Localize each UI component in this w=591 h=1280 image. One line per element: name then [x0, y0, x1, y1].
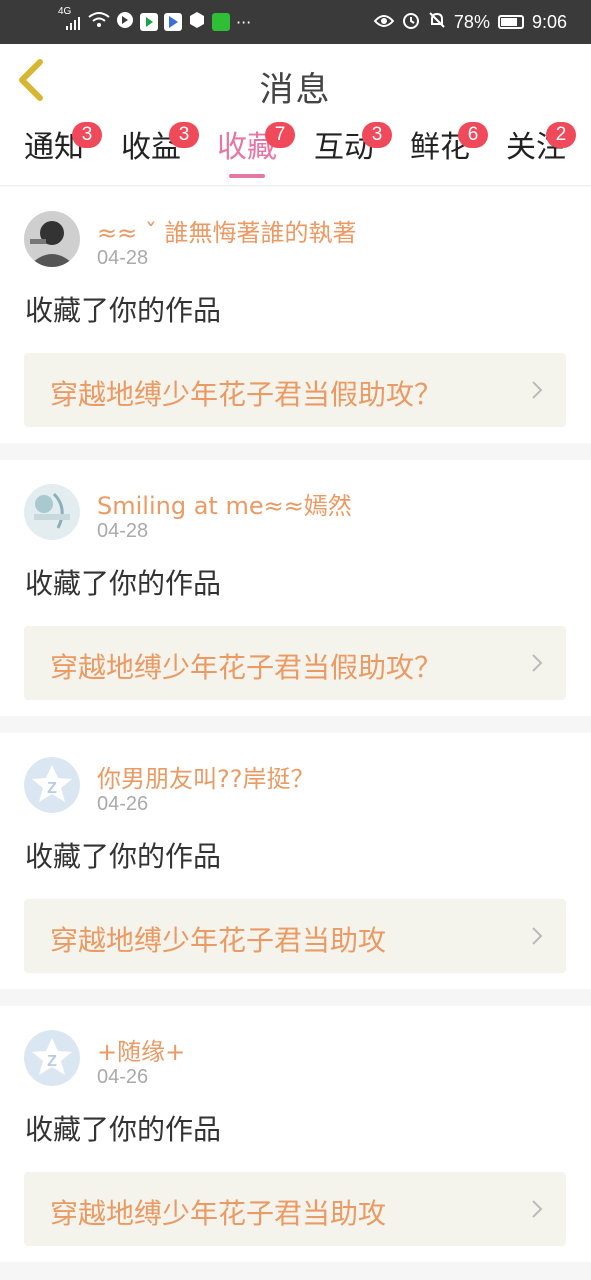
list-item: Z +随缘+ 04-26 收藏了你的作品 穿越地缚少年花子君当助攻 — [0, 1006, 591, 1262]
status-bar: 4G ··· 78% 9:06 — [0, 0, 591, 44]
mute-bell-icon — [428, 11, 446, 34]
tab-badge: 3 — [169, 122, 199, 148]
work-title: 穿越地缚少年花子君当假助攻？ — [50, 378, 443, 411]
tab-badge: 2 — [546, 122, 576, 148]
status-right: 78% 9:06 — [373, 10, 567, 34]
chevron-right-icon — [532, 1200, 543, 1218]
work-link[interactable]: 穿越地缚少年花子君当假助攻？ — [24, 353, 566, 427]
work-link[interactable]: 穿越地缚少年花子君当假助攻？ — [24, 626, 566, 700]
avatar[interactable] — [24, 484, 80, 540]
timestamp: 04-26 — [97, 1066, 149, 1088]
svg-text:Z: Z — [47, 780, 57, 797]
status-left: 4G ··· — [58, 6, 252, 35]
work-title: 穿越地缚少年花子君当助攻 — [50, 1197, 387, 1230]
work-link[interactable]: 穿越地缚少年花子君当助攻 — [24, 1172, 566, 1246]
svg-text:Z: Z — [47, 1053, 57, 1070]
battery-percent: 78% — [453, 11, 490, 32]
clock: 9:06 — [531, 11, 567, 32]
list-item: Smiling at me≈≈嫣然 04-28 收藏了你的作品 穿越地缚少年花子… — [0, 460, 591, 716]
username[interactable]: ≈≈ ˇ 誰無悔著誰的執著 — [97, 213, 356, 248]
action-text: 收藏了你的作品 — [25, 294, 222, 327]
page-title: 消息 — [259, 70, 332, 110]
app-hex-icon — [188, 11, 206, 33]
active-tab-indicator — [229, 174, 265, 178]
tab-badge: 3 — [362, 122, 392, 148]
list-item: Z 你男朋友叫??岸挺？ 04-26 收藏了你的作品 穿越地缚少年花子君当助攻 — [0, 733, 591, 989]
username[interactable]: 你男朋友叫??岸挺？ — [97, 759, 314, 794]
tab-earnings[interactable]: 收益 3 — [111, 122, 199, 184]
avatar[interactable] — [24, 211, 80, 267]
battery-icon — [497, 15, 524, 29]
timestamp: 04-26 — [97, 793, 149, 815]
username[interactable]: Smiling at me≈≈嫣然 — [97, 486, 352, 521]
tab-bar: 通知 3 收益 3 收藏 7 互动 3 鲜花 6 关注 2 — [0, 116, 591, 186]
chevron-right-icon — [532, 654, 543, 672]
tab-interactions[interactable]: 互动 3 — [304, 122, 392, 184]
username[interactable]: +随缘+ — [97, 1032, 185, 1067]
tab-badge: 6 — [458, 122, 488, 148]
more-notifications: ··· — [236, 12, 252, 32]
default-avatar-icon[interactable]: Z — [24, 1030, 80, 1086]
action-text: 收藏了你的作品 — [25, 567, 222, 600]
shield-app-icon — [116, 11, 134, 33]
nav-header: 消息 — [0, 44, 591, 116]
tab-notifications[interactable]: 通知 3 — [14, 122, 102, 184]
timestamp: 04-28 — [97, 520, 149, 542]
chevron-right-icon — [532, 927, 543, 945]
chevron-right-icon — [532, 381, 543, 399]
work-link[interactable]: 穿越地缚少年花子君当助攻 — [24, 899, 566, 973]
eye-icon — [373, 12, 395, 33]
work-title: 穿越地缚少年花子君当助攻 — [50, 924, 387, 957]
signal-icon: 4G — [58, 6, 82, 35]
alarm-icon — [402, 11, 420, 34]
timestamp: 04-28 — [97, 247, 149, 269]
list-item: ≈≈ ˇ 誰無悔著誰的執著 04-28 收藏了你的作品 穿越地缚少年花子君当假助… — [0, 187, 591, 443]
tab-follows[interactable]: 关注 2 — [496, 122, 576, 184]
default-avatar-icon[interactable]: Z — [24, 757, 80, 813]
wifi-icon — [88, 11, 110, 33]
tab-badge: 3 — [72, 122, 102, 148]
iqiyi-app-icon — [212, 13, 230, 31]
work-title: 穿越地缚少年花子君当假助攻？ — [50, 651, 443, 684]
network-type: 4G — [58, 5, 72, 17]
video-app-icon — [140, 13, 158, 31]
tab-badge: 7 — [265, 122, 295, 148]
tab-favorites[interactable]: 收藏 7 — [207, 122, 295, 184]
action-text: 收藏了你的作品 — [25, 1113, 222, 1146]
tab-flowers[interactable]: 鲜花 6 — [400, 122, 488, 184]
action-text: 收藏了你的作品 — [25, 840, 222, 873]
video-app2-icon — [164, 13, 182, 31]
